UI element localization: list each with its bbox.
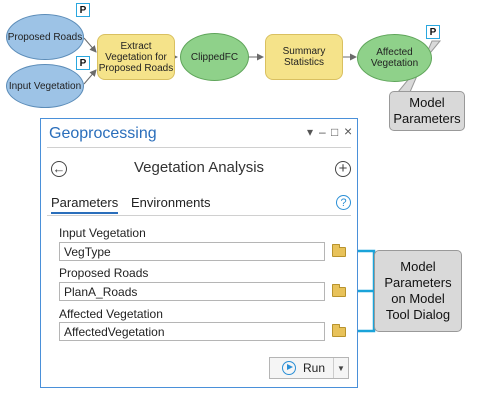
extract-line-3: Proposed Roads [98,62,174,74]
pane-title: Geoprocessing [49,125,157,142]
tab-environments[interactable]: Environments [131,195,210,210]
input-vegetation-field[interactable]: VegType [59,242,325,261]
extract-line-1: Extract [120,40,152,52]
parameter-badge-roads: P [76,3,90,17]
folder-icon[interactable] [332,244,346,257]
tool-title: Vegetation Analysis [133,159,265,176]
summary-line-2: Statistics [283,57,324,68]
node-proposed-roads-label: Proposed Roads [7,31,83,43]
arrow-vegetation-to-extract [83,69,97,85]
folder-icon[interactable] [332,284,346,297]
pane-pin-icon[interactable]: – [319,125,326,139]
node-extract-tool: Extract Vegetation for Proposed Roads [97,34,175,80]
folder-icon[interactable] [332,324,346,337]
callout-top-line-2: Parameters [393,111,461,126]
callout-top-line-1: Model [409,95,445,110]
node-clipped-fc: ClippedFC [180,33,249,81]
tab-parameters[interactable]: Parameters [51,195,119,214]
pane-close-icon[interactable]: × [344,123,352,139]
label-input-vegetation: Input Vegetation [59,226,146,240]
callout-dialog-line-3: on Model [391,291,445,306]
parameter-badge-vegetation: P [76,56,90,70]
affected-vegetation-field[interactable]: AffectedVegetation [59,322,325,341]
callout-dialog-line-2: Parameters [384,275,452,290]
node-clipped-fc-label: ClippedFC [190,51,239,63]
pane-title-divider [47,147,351,148]
geoprocessing-pane: Geoprocessing ▾ – □ × ← Vegetation Analy… [40,118,358,388]
add-icon[interactable]: + [335,161,351,177]
run-button-label: Run [303,361,326,375]
chevron-down-icon[interactable]: ▼ [333,358,348,378]
pane-menu-icon[interactable]: ▾ [307,125,313,139]
run-button[interactable]: Run ▼ [269,357,349,379]
node-proposed-roads: Proposed Roads [6,14,84,60]
callout-dialog-line-4: Tool Dialog [385,307,451,322]
node-summary-statistics: Summary Statistics [265,34,343,80]
node-input-vegetation: Input Vegetation [6,64,84,108]
node-affected-vegetation: Affected Vegetation [357,34,432,82]
callout-model-parameters: Model Parameters [389,91,465,131]
label-affected-vegetation: Affected Vegetation [59,307,163,321]
callout-dialog-line-1: Model [400,259,436,274]
affected-line-1: Affected [376,47,413,58]
parameter-badge-affected: P [426,25,440,39]
proposed-roads-field[interactable]: PlanA_Roads [59,282,325,301]
summary-line-1: Summary [282,46,326,57]
callout-model-parameters-dialog: Model Parameters on Model Tool Dialog [374,250,462,332]
arrow-roads-to-extract [83,37,97,53]
play-icon [282,361,296,375]
label-proposed-roads: Proposed Roads [59,266,149,280]
pane-maximize-icon[interactable]: □ [331,125,338,139]
help-icon[interactable]: ? [336,195,351,210]
extract-line-2: Vegetation for [105,51,167,63]
affected-line-2: Vegetation [370,58,419,69]
tabs-divider [47,215,351,216]
node-input-vegetation-label: Input Vegetation [8,80,82,92]
